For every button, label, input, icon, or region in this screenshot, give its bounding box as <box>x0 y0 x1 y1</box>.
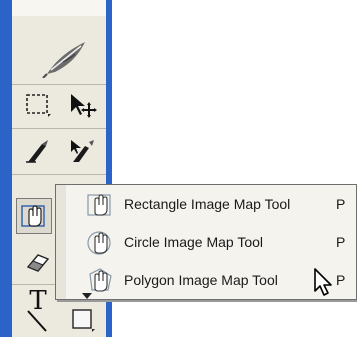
toolbox-divider <box>12 128 106 129</box>
marquee-tool-icon[interactable] <box>18 88 58 122</box>
flyout-item-rectangle-image-map[interactable]: Rectangle Image Map Tool P <box>66 188 356 220</box>
flyout-item-shortcut: P <box>336 196 346 212</box>
flyout-item-label: Polygon Image Map Tool <box>124 272 278 288</box>
more-tools-arrow-icon <box>82 293 92 299</box>
toolbox-divider <box>12 84 106 85</box>
flyout-item-shortcut: P <box>336 272 346 288</box>
move-tool-icon[interactable] <box>62 88 102 122</box>
polygon-image-map-icon <box>80 264 120 296</box>
flyout-item-label: Rectangle Image Map Tool <box>124 196 291 212</box>
rectangle-shape-tool-icon[interactable] <box>62 302 102 336</box>
slice-select-tool-icon[interactable] <box>62 134 102 168</box>
rectangle-image-map-tool-icon[interactable] <box>16 198 52 234</box>
flyout-item-label: Circle Image Map Tool <box>124 234 264 250</box>
eraser-tool-icon[interactable] <box>18 244 58 278</box>
window-frame-left <box>0 0 12 337</box>
circle-image-map-icon <box>80 226 120 258</box>
mouse-pointer-icon <box>313 267 335 302</box>
toolbox-header <box>12 0 106 16</box>
rectangle-image-map-icon <box>80 188 120 220</box>
feather-brand-icon <box>38 36 94 80</box>
line-tool-icon[interactable] <box>18 302 58 336</box>
slice-tool-icon[interactable] <box>18 134 58 168</box>
flyout-gutter <box>56 185 66 299</box>
flyout-item-circle-image-map[interactable]: Circle Image Map Tool P <box>66 226 356 258</box>
toolbox-divider <box>12 174 106 175</box>
image-map-tools-flyout: Rectangle Image Map Tool P Circle Image … <box>55 184 357 300</box>
flyout-item-shortcut: P <box>336 234 346 250</box>
